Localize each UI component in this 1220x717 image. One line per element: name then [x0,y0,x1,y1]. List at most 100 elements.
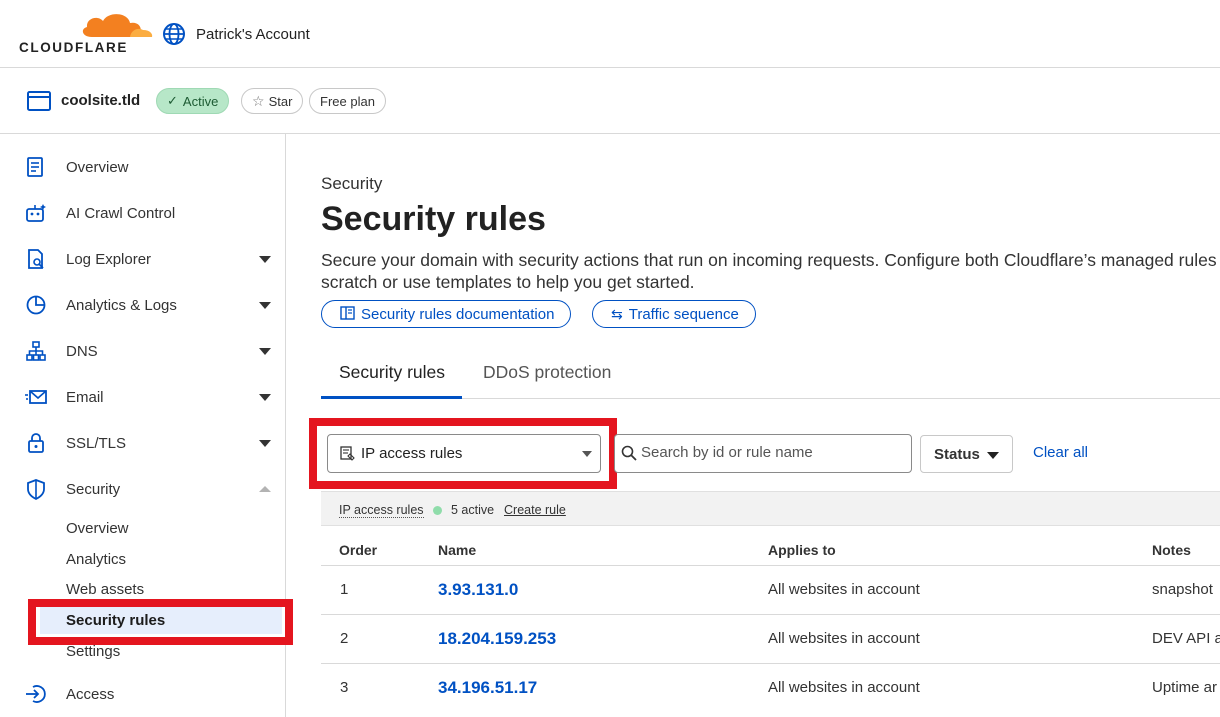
sidebar-item-security[interactable]: Security [0,471,286,507]
sidebar-subitem-settings[interactable]: Settings [66,643,120,660]
sidebar-item-label: Access [66,685,115,703]
document-icon [27,157,43,177]
sidebar-item-label: SSL/TLS [66,434,127,452]
column-header-name[interactable]: Name [438,542,476,558]
tab-ddos-protection[interactable]: DDoS protection [483,362,611,383]
page-description: Secure your domain with security actions… [321,249,1220,293]
log-icon [28,249,44,269]
cloudflare-logo[interactable]: CLOUDFLARE [18,12,153,55]
create-rule-link[interactable]: Create rule [504,503,566,517]
plan-label: Free plan [320,93,375,109]
table-row[interactable]: 1 3.93.131.0 All websites in account sna… [321,565,1220,614]
star-icon: ☆ [252,92,265,109]
table-row[interactable]: 2 18.204.159.253 All websites in account… [321,614,1220,663]
security-rules-documentation-button[interactable]: Security rules documentation [321,300,572,328]
table-row[interactable]: 3 34.196.51.17 All websites in account U… [321,663,1220,712]
chevron-down-icon [987,452,999,459]
logo-text: CLOUDFLARE [19,40,128,55]
row-applies-to: All websites in account [768,679,920,696]
clear-all-link[interactable]: Clear all [1033,444,1088,461]
rules-summary-bar: IP access rules 5 active Create rule [321,491,1220,526]
traffic-button-label: Traffic sequence [628,305,739,323]
swap-arrows-icon: ⇆ [611,305,623,322]
shield-icon [27,479,45,500]
description-line-1: Secure your domain with security actions… [321,250,1217,270]
sidebar-item-dns[interactable]: DNS [0,333,286,369]
chevron-down-icon[interactable] [259,393,271,401]
sidebar-item-log-explorer[interactable]: Log Explorer [0,241,286,277]
plan-badge[interactable]: Free plan [309,88,386,114]
page-title: Security rules [321,200,546,238]
lock-icon [28,433,44,453]
account-name: Patrick's Account [196,25,310,43]
sidebar-item-ssl-tls[interactable]: SSL/TLS [0,425,286,461]
tab-security-rules[interactable]: Security rules [339,362,445,383]
main-content: Security Security rules Secure your doma… [287,134,1220,717]
email-icon [25,390,47,404]
search-icon [621,445,637,461]
row-name-link[interactable]: 34.196.51.17 [438,678,537,698]
account-switcher[interactable]: Patrick's Account [162,21,310,47]
chevron-down-icon[interactable] [259,255,271,263]
active-count: 5 active [451,503,495,517]
chevron-up-icon[interactable] [259,486,271,492]
status-filter-button[interactable]: Status [920,435,1013,473]
sidebar-item-ai-crawl-control[interactable]: AI Crawl Control [0,195,286,231]
chevron-down-icon[interactable] [259,301,271,309]
sidebar-item-label: Security [66,480,121,498]
sidebar-subitem-web-assets[interactable]: Web assets [66,581,144,598]
sidebar-item-label: Overview [66,158,129,176]
row-name-link[interactable]: 3.93.131.0 [438,580,518,600]
globe-icon [163,23,185,45]
sidebar-item-email[interactable]: Email [0,379,286,415]
network-icon [26,341,46,361]
status-badge: ✓ Active [156,88,230,114]
row-order: 1 [340,581,349,598]
row-applies-to: All websites in account [768,630,920,647]
row-order: 2 [340,630,349,647]
row-name-link[interactable]: 18.204.159.253 [438,629,556,649]
sidebar-subitem-analytics[interactable]: Analytics [66,551,126,568]
sidebar-item-overview[interactable]: Overview [0,149,286,185]
highlight-box [309,418,617,489]
star-button[interactable]: ☆ Star [241,88,304,114]
star-label: Star [268,93,293,109]
sidebar-item-label: DNS [66,342,98,360]
column-header-order[interactable]: Order [339,542,377,558]
row-notes: snapshot [1152,581,1213,598]
robot-icon [26,204,46,222]
rules-summary-label[interactable]: IP access rules [339,503,424,518]
sidebar-item-label: Email [66,388,104,406]
sidebar-subitem-overview[interactable]: Overview [66,520,129,537]
doc-button-label: Security rules documentation [361,305,555,323]
cloud-icon [82,14,153,38]
row-order: 3 [340,679,349,696]
active-tab-indicator [321,396,462,399]
column-header-notes[interactable]: Notes [1152,542,1191,558]
status-badge-label: Active [182,93,219,109]
access-icon [26,685,46,703]
pie-chart-icon [26,295,46,315]
breadcrumb[interactable]: Security [321,174,382,194]
sidebar-item-label: Log Explorer [66,250,152,268]
sidebar: Overview AI Crawl Control Log Explorer A… [0,134,293,717]
zone-name[interactable]: coolsite.tld [61,92,140,109]
row-applies-to: All websites in account [768,581,920,598]
row-notes: DEV API a [1152,630,1220,647]
chevron-down-icon[interactable] [259,439,271,447]
status-filter-label: Status [934,446,980,463]
highlight-box [28,599,293,645]
book-icon [340,305,355,323]
tab-bar: Security rules DDoS protection [321,356,1220,399]
sidebar-item-label: AI Crawl Control [66,204,176,222]
chevron-down-icon[interactable] [259,347,271,355]
browser-window-icon [27,91,51,111]
search-input[interactable] [641,444,901,461]
sidebar-item-analytics-logs[interactable]: Analytics & Logs [0,287,286,323]
sidebar-item-access[interactable]: Access [0,676,286,712]
check-icon: ✓ [167,93,178,108]
description-line-2: scratch or use templates to help you get… [321,272,695,292]
search-field[interactable] [614,434,912,473]
traffic-sequence-button[interactable]: ⇆ Traffic sequence [592,300,756,328]
column-header-applies-to[interactable]: Applies to [768,542,836,558]
